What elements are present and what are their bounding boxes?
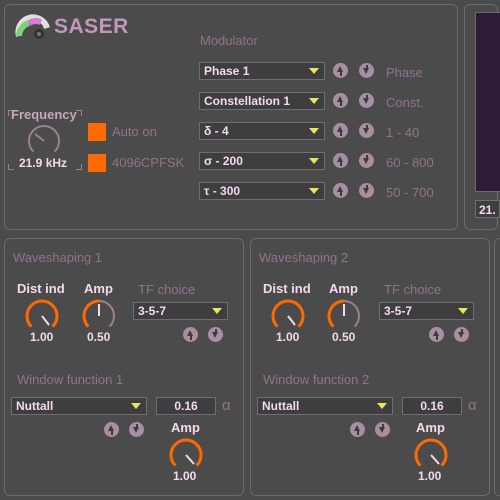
ws2-window-down-button[interactable] xyxy=(375,422,390,437)
frequency-knob[interactable] xyxy=(27,124,61,158)
ws2-tf-label: TF choice xyxy=(384,282,442,297)
ws1-dist-value: 1.00 xyxy=(30,330,54,344)
ws1-window-value: Nuttall xyxy=(16,399,54,413)
chevron-down-icon xyxy=(309,158,319,164)
app-title: SASER xyxy=(54,15,129,38)
auto-on-label: Auto on xyxy=(112,124,157,139)
chevron-down-icon xyxy=(309,188,319,194)
ws1-tf-label: TF choice xyxy=(138,282,196,297)
ws2-dist-label: Dist ind xyxy=(263,281,311,296)
chevron-down-icon xyxy=(377,403,387,409)
sigma-dropdown[interactable]: σ - 200 xyxy=(199,152,325,170)
ws1-amp2-value: 1.00 xyxy=(173,469,197,483)
ws2-amp2-label: Amp xyxy=(416,420,445,435)
constellation-dropdown[interactable]: Constellation 1 xyxy=(199,92,325,110)
delta-dropdown-value: δ - 4 xyxy=(204,124,229,138)
constellation-dropdown-value: Constellation 1 xyxy=(204,94,291,108)
ws1-dist-knob[interactable] xyxy=(25,299,59,333)
waveshaping-1-title: Waveshaping 1 xyxy=(13,250,103,265)
ws2-window-up-button[interactable] xyxy=(350,422,365,437)
ws1-dist-label: Dist ind xyxy=(17,281,65,296)
tau-down-button[interactable] xyxy=(359,183,374,198)
phase-up-button[interactable] xyxy=(333,63,348,78)
ws1-alpha-symbol: α xyxy=(222,397,231,414)
ws1-amp2-knob[interactable] xyxy=(169,438,203,472)
ws2-window-dropdown[interactable]: Nuttall xyxy=(257,397,393,415)
sigma-down-button[interactable] xyxy=(359,153,374,168)
ws2-tf-down-button[interactable] xyxy=(454,327,469,342)
ws2-alpha-input[interactable]: 0.16 xyxy=(402,397,462,415)
ws1-window-down-button[interactable] xyxy=(129,422,144,437)
delta-dropdown[interactable]: δ - 4 xyxy=(199,122,325,140)
saser-logo-icon xyxy=(15,14,50,39)
ws1-window-dropdown[interactable]: Nuttall xyxy=(11,397,147,415)
tau-dropdown[interactable]: τ - 300 xyxy=(199,182,325,200)
chevron-down-icon xyxy=(458,308,468,314)
ws1-tf-dropdown[interactable]: 3-5-7 xyxy=(133,302,228,320)
ws2-amp2-value: 1.00 xyxy=(418,469,442,483)
chevron-down-icon xyxy=(131,403,141,409)
sigma-range-label: 60 - 800 xyxy=(386,155,434,170)
tau-up-button[interactable] xyxy=(333,183,348,198)
chevron-down-icon xyxy=(309,98,319,104)
auto-on-toggle[interactable] xyxy=(88,123,106,141)
ws2-dist-knob[interactable] xyxy=(271,299,305,333)
ws2-tf-value: 3-5-7 xyxy=(384,304,413,318)
waveshaping-1-panel xyxy=(4,238,244,496)
ws2-alpha-symbol: α xyxy=(468,397,477,414)
ws2-dist-value: 1.00 xyxy=(276,330,300,344)
ws2-window-value: Nuttall xyxy=(262,399,300,413)
frequency-value: 21.9 kHz xyxy=(19,156,68,170)
frequency-label: Frequency xyxy=(11,107,77,122)
delta-down-button[interactable] xyxy=(359,123,374,138)
ws2-amp-label: Amp xyxy=(329,281,358,296)
ws1-amp-value: 0.50 xyxy=(87,330,111,344)
phase-dropdown-value: Phase 1 xyxy=(204,64,250,78)
side-panel-edge xyxy=(494,238,500,496)
tau-range-label: 50 - 700 xyxy=(386,185,434,200)
display-area xyxy=(475,12,500,192)
tau-dropdown-value: τ - 300 xyxy=(204,184,241,198)
sigma-dropdown-value: σ - 200 xyxy=(204,154,243,168)
sigma-up-button[interactable] xyxy=(333,153,348,168)
phase-down-button[interactable] xyxy=(359,63,374,78)
phase-dropdown[interactable]: Phase 1 xyxy=(199,62,325,80)
waveshaping-2-title: Waveshaping 2 xyxy=(259,250,349,265)
ws2-amp2-knob[interactable] xyxy=(414,438,448,472)
chevron-down-icon xyxy=(309,68,319,74)
chevron-down-icon xyxy=(212,308,222,314)
delta-range-label: 1 - 40 xyxy=(386,125,420,140)
ws1-tf-down-button[interactable] xyxy=(208,327,223,342)
ws2-amp-value: 0.50 xyxy=(332,330,356,344)
constellation-up-button[interactable] xyxy=(333,93,348,108)
ws2-window-label: Window function 2 xyxy=(263,372,370,387)
constellation-label: Const. xyxy=(386,95,424,110)
phase-label: Phase xyxy=(386,65,423,80)
modulator-title: Modulator xyxy=(200,33,258,48)
ws1-amp-label: Amp xyxy=(84,281,113,296)
waveshaping-2-panel xyxy=(250,238,490,496)
ws1-window-label: Window function 1 xyxy=(17,372,124,387)
mode-label: 4096CPFSK xyxy=(112,155,185,170)
ws2-tf-up-button[interactable] xyxy=(429,327,444,342)
delta-up-button[interactable] xyxy=(333,123,348,138)
mode-toggle[interactable] xyxy=(88,154,106,172)
ws1-amp2-label: Amp xyxy=(171,420,200,435)
chevron-down-icon xyxy=(309,128,319,134)
ws1-tf-value: 3-5-7 xyxy=(138,304,167,318)
ws1-tf-up-button[interactable] xyxy=(183,327,198,342)
ws2-amp-knob[interactable] xyxy=(327,299,361,333)
ws1-amp-knob[interactable] xyxy=(82,299,116,333)
ws1-alpha-input[interactable]: 0.16 xyxy=(156,397,216,415)
constellation-down-button[interactable] xyxy=(359,93,374,108)
display-readout: 21. xyxy=(475,200,500,218)
ws2-tf-dropdown[interactable]: 3-5-7 xyxy=(379,302,474,320)
ws1-window-up-button[interactable] xyxy=(104,422,119,437)
